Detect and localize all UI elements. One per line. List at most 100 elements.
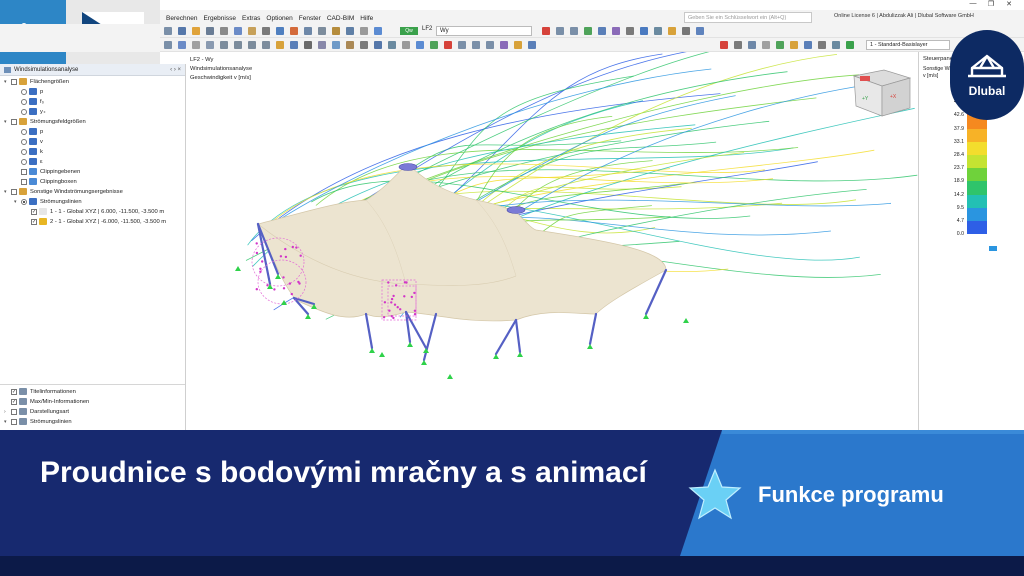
rotate-icon[interactable] [192, 41, 200, 49]
expand-toggle-icon[interactable]: ▾ [4, 418, 11, 428]
clipping-icon[interactable] [318, 41, 326, 49]
navigator-tree-row[interactable]: ▾ Strömungslinien [14, 198, 82, 208]
radio-button[interactable] [21, 128, 27, 135]
wireframe-icon[interactable] [654, 27, 662, 35]
restore-icon[interactable]: ❐ [982, 0, 1000, 10]
expand-icon[interactable] [734, 41, 742, 49]
zoom-all-icon[interactable] [206, 41, 214, 49]
navigator-tree-row[interactable]: p [14, 128, 43, 138]
support-icon[interactable] [776, 41, 784, 49]
grid-toggle-icon[interactable] [402, 41, 410, 49]
pencil-icon[interactable] [332, 27, 340, 35]
camera-icon[interactable] [640, 27, 648, 35]
pin-icon[interactable] [542, 27, 550, 35]
menu-optionen[interactable]: Optionen [266, 15, 292, 22]
checkbox[interactable] [11, 118, 17, 125]
checkbox[interactable] [11, 418, 17, 425]
minimize-icon[interactable]: — [964, 0, 982, 10]
visibility-icon[interactable] [846, 41, 854, 49]
model-icon[interactable] [304, 27, 312, 35]
view-y-icon[interactable] [234, 41, 242, 49]
navigator-tree-row[interactable]: ε [14, 158, 43, 168]
result-toggle-icon[interactable] [584, 27, 592, 35]
navigator-tree-row[interactable]: ▾ Sonstige Windströmungsergebnisse [4, 188, 123, 198]
expand-toggle-icon[interactable]: ▾ [4, 118, 11, 128]
checkbox[interactable] [11, 398, 17, 405]
menu-extras[interactable]: Extras [242, 15, 260, 22]
results-icon[interactable] [276, 27, 284, 35]
solid-icon[interactable] [668, 27, 676, 35]
checkbox[interactable] [11, 78, 17, 85]
level-icon[interactable] [818, 41, 826, 49]
checkbox[interactable] [31, 218, 37, 225]
checkbox[interactable] [31, 208, 37, 215]
navigator-tree-row[interactable]: v [14, 138, 43, 148]
check-icon[interactable] [430, 41, 438, 49]
guide-icon[interactable] [346, 41, 354, 49]
pan-icon[interactable] [178, 41, 186, 49]
close-icon[interactable]: ✕ [1000, 0, 1018, 10]
undo-icon[interactable] [164, 27, 172, 35]
dimension-icon[interactable] [360, 41, 368, 49]
load-icon[interactable] [248, 27, 256, 35]
star-icon[interactable] [514, 41, 522, 49]
member-icon[interactable] [206, 27, 214, 35]
nav-next-icon[interactable] [570, 27, 578, 35]
navigator-tree-row[interactable]: y₊ [14, 108, 46, 118]
viewport-3d[interactable]: +Y +X [186, 52, 918, 434]
calc-icon[interactable] [290, 27, 298, 35]
display-setting-row[interactable]: › Darstellungsart [4, 408, 69, 418]
delete-icon[interactable] [444, 41, 452, 49]
expand-toggle-icon[interactable]: ▾ [4, 188, 11, 198]
table-icon[interactable] [178, 27, 186, 35]
checkbox[interactable] [11, 188, 17, 195]
display-setting-row[interactable]: ▾ Strömungslinien [4, 418, 72, 428]
select-icon[interactable] [164, 41, 172, 49]
view-z-icon[interactable] [248, 41, 256, 49]
menu-hilfe[interactable]: Hilfe [360, 15, 373, 22]
section-icon[interactable] [598, 27, 606, 35]
navigator-tree-row[interactable]: ▾ Flächengrößen [4, 78, 69, 88]
menu-fenster[interactable]: Fenster [299, 15, 321, 22]
navigator-tree-row[interactable]: p [14, 88, 43, 98]
axes-icon[interactable] [388, 41, 396, 49]
snap-icon[interactable] [360, 27, 368, 35]
radio-button[interactable] [21, 148, 27, 155]
expand-toggle-icon[interactable]: ▾ [14, 198, 21, 208]
measure-icon[interactable] [682, 27, 690, 35]
display-setting-row[interactable]: Max/Min-Informationen [4, 398, 89, 408]
release-icon[interactable] [804, 41, 812, 49]
move-icon[interactable] [472, 41, 480, 49]
close-view-icon[interactable] [720, 41, 728, 49]
view-x-icon[interactable] [220, 41, 228, 49]
panel-controls-icon[interactable]: ‹ › × [170, 64, 181, 76]
navigator-tree-row[interactable]: Clippingboxen [14, 178, 77, 188]
print-icon[interactable] [262, 27, 270, 35]
numbering-icon[interactable] [374, 41, 382, 49]
navigator-tree-row[interactable]: f₀ [14, 98, 44, 108]
checkbox[interactable] [11, 408, 17, 415]
copy-view-icon[interactable] [762, 41, 770, 49]
checkbox[interactable] [21, 168, 27, 175]
zoom-icon[interactable] [696, 27, 704, 35]
lines-icon[interactable] [304, 41, 312, 49]
radio-button[interactable] [21, 198, 27, 205]
checkbox[interactable] [11, 388, 17, 395]
render-icon[interactable] [276, 41, 284, 49]
expand-toggle-icon[interactable]: ▾ [4, 78, 11, 88]
radio-button[interactable] [21, 108, 27, 115]
layer-select[interactable]: 1 - Standard-Basislayer [866, 40, 950, 50]
filter-icon[interactable] [318, 27, 326, 35]
menu-cad-bim[interactable]: CAD-BIM [327, 15, 354, 22]
eye-icon[interactable] [832, 41, 840, 49]
view-options-icon[interactable] [748, 41, 756, 49]
animation-icon[interactable] [612, 27, 620, 35]
checkbox[interactable] [21, 178, 27, 185]
navigator-tree-row[interactable]: Clippingebenen [14, 168, 80, 178]
coordinate-icon[interactable] [332, 41, 340, 49]
radio-button[interactable] [21, 88, 27, 95]
surface-icon[interactable] [220, 27, 228, 35]
navigator-tree-row[interactable]: 1 - 1 - Global XYZ | 6.000, -11.500, -3.… [24, 208, 164, 218]
view-icon[interactable] [234, 27, 242, 35]
color-icon[interactable] [500, 41, 508, 49]
